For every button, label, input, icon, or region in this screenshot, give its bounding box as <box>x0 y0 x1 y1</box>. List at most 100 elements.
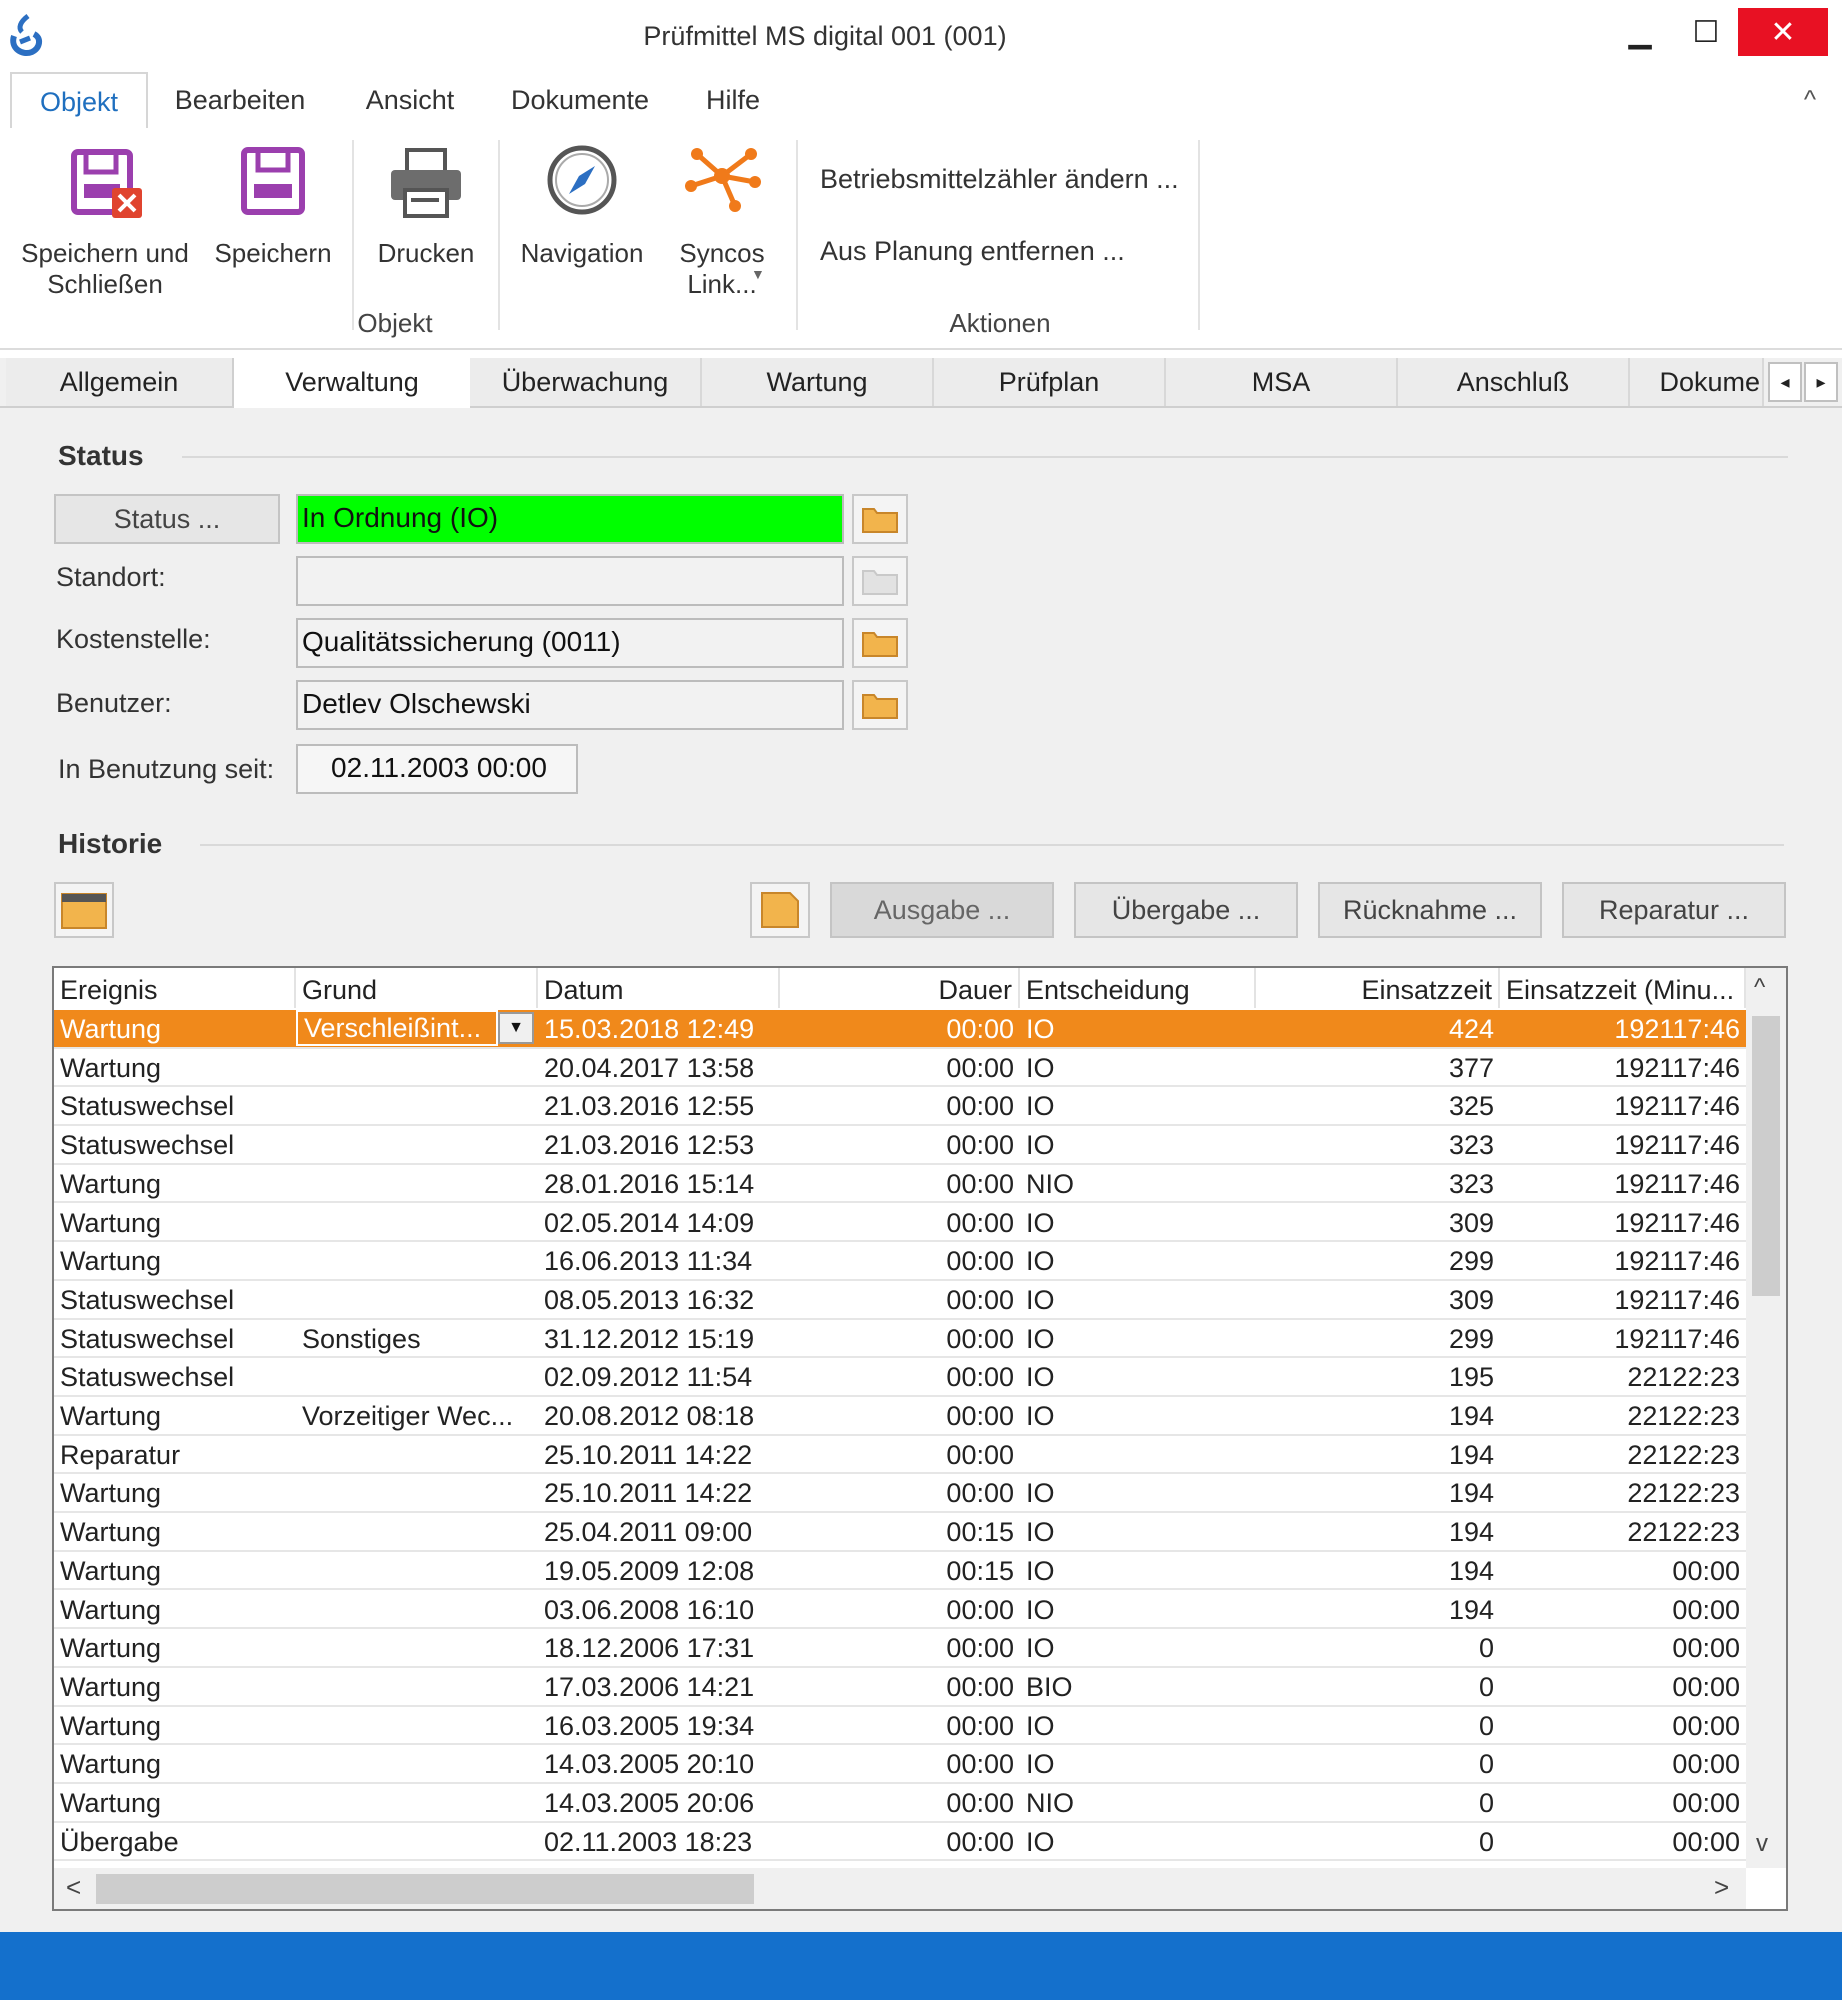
column-header-grund[interactable]: Grund <box>296 968 538 1008</box>
ribbon-group-aktionen: Aktionen <box>949 308 1051 338</box>
cell-einsatzzeit-minuten: 22122:23 <box>1627 1401 1740 1431</box>
column-header-einsatzzeit[interactable]: Einsatzzeit <box>1256 968 1500 1008</box>
cell-entscheidung: IO <box>1026 1284 1055 1315</box>
table-row[interactable]: Wartung 20.04.2017 13:58 00:00 IO 377 192117:… <box>54 1049 1746 1088</box>
ausgabe-button[interactable]: Ausgabe ... <box>830 882 1054 938</box>
benutzer-folder-button[interactable] <box>852 680 908 730</box>
change-counter-action[interactable]: Betriebsmittelzähler ändern ... <box>820 164 1179 195</box>
vertical-scroll-thumb[interactable] <box>1752 1016 1780 1296</box>
horizontal-scroll-thumb[interactable] <box>96 1874 754 1904</box>
syncos-dropdown-arrow-icon[interactable]: ▼ <box>751 266 765 282</box>
table-row[interactable]: Wartung Vorzeitiger Wec... 20.08.2012 08:1… <box>54 1397 1746 1436</box>
grund-dropdown[interactable]: Verschleißint... <box>296 1010 498 1046</box>
tab-verwaltung[interactable]: Verwaltung <box>232 358 472 408</box>
benutzer-field[interactable]: Detlev Olschewski <box>296 680 844 730</box>
save-close-button[interactable]: Speichern und Schließen <box>10 140 200 300</box>
historie-note-button[interactable] <box>750 882 810 938</box>
historie-divider <box>200 844 1784 846</box>
kostenstelle-field[interactable]: Qualitätssicherung (0011) <box>296 618 844 668</box>
menu-tab-dokumente[interactable]: Dokumente <box>500 72 660 128</box>
table-row[interactable]: Reparatur 25.10.2011 14:22 00:00 194 22122:2… <box>54 1436 1746 1475</box>
standort-folder-button[interactable] <box>852 556 908 606</box>
close-button[interactable]: ✕ <box>1738 8 1828 56</box>
table-row[interactable]: Wartung 14.03.2005 20:10 00:00 IO 0 00:00 <box>54 1745 1746 1784</box>
scroll-right-icon[interactable]: > <box>1714 1872 1729 1903</box>
kostenstelle-folder-button[interactable] <box>852 618 908 668</box>
table-row[interactable]: Wartung 18.12.2006 17:31 00:00 IO 0 00:00 <box>54 1629 1746 1668</box>
uebergabe-button[interactable]: Übergabe ... <box>1074 882 1298 938</box>
status-button[interactable]: Status ... <box>54 494 280 544</box>
cell-datum: 25.04.2011 09:00 <box>544 1517 753 1548</box>
menu-tab-ansicht[interactable]: Ansicht <box>348 72 472 128</box>
ruecknahme-button[interactable]: Rücknahme ... <box>1318 882 1542 938</box>
status-folder-button[interactable] <box>852 494 908 544</box>
scroll-down-icon[interactable]: v <box>1756 1830 1768 1858</box>
cell-entscheidung: IO <box>1026 1594 1055 1625</box>
cell-dauer: 00:00 <box>946 1710 1014 1741</box>
table-row[interactable]: Wartung 19.05.2009 12:08 00:15 IO 194 00:00 <box>54 1552 1746 1591</box>
scroll-up-icon[interactable]: ^ <box>1754 974 1765 1002</box>
tab-pruefplan[interactable]: Prüfplan <box>934 358 1166 406</box>
save-button[interactable]: Speichern <box>208 140 338 269</box>
column-header-entscheidung[interactable]: Entscheidung <box>1020 968 1256 1008</box>
table-row[interactable]: Statuswechsel 08.05.2013 16:32 00:00 IO 309 1… <box>54 1281 1746 1320</box>
cell-einsatzzeit: 325 <box>1448 1091 1494 1122</box>
table-row[interactable]: Wartung 28.01.2016 15:14 00:00 NIO 323 192117… <box>54 1165 1746 1204</box>
tab-anschluss[interactable]: Anschluß <box>1398 358 1630 406</box>
collapse-ribbon-chevron-icon[interactable]: ^ <box>1790 84 1830 120</box>
table-row[interactable]: Statuswechsel 21.03.2016 12:53 00:00 IO 323 1… <box>54 1126 1746 1165</box>
column-header-datum[interactable]: Datum <box>538 968 780 1008</box>
tab-msa[interactable]: MSA <box>1166 358 1398 406</box>
column-header-ereignis[interactable]: Ereignis <box>54 968 296 1008</box>
standort-field[interactable] <box>296 556 844 606</box>
historie-calendar-button[interactable] <box>54 882 114 938</box>
table-row[interactable]: Wartung 17.03.2006 14:21 00:00 BIO 0 00:00 <box>54 1668 1746 1707</box>
cell-ereignis: Statuswechsel <box>60 1130 235 1161</box>
cell-datum: 31.12.2012 15:19 <box>544 1323 755 1354</box>
tab-allgemein[interactable]: Allgemein <box>6 358 234 406</box>
cell-datum: 17.03.2006 14:21 <box>544 1671 755 1702</box>
scroll-left-icon[interactable]: < <box>66 1872 81 1903</box>
table-row[interactable]: Wartung 25.04.2011 09:00 00:15 IO 194 22122:2… <box>54 1513 1746 1552</box>
table-row[interactable]: Übergabe 02.11.2003 18:23 00:00 IO 0 00:00 <box>54 1823 1746 1862</box>
navigation-button[interactable]: Navigation <box>512 140 652 269</box>
cell-grund <box>296 1745 538 1781</box>
tab-ueberwachung[interactable]: Überwachung <box>470 358 702 406</box>
tab-scroll-left-icon[interactable]: ◂ <box>1768 362 1802 402</box>
table-row[interactable]: Wartung 02.05.2014 14:09 00:00 IO 309 192117:… <box>54 1204 1746 1243</box>
remove-from-planning-action[interactable]: Aus Planung entfernen ... <box>820 236 1125 267</box>
table-row[interactable]: Wartung 25.10.2011 14:22 00:00 IO 194 22122:2… <box>54 1474 1746 1514</box>
tab-dokumente[interactable]: Dokume <box>1630 358 1764 406</box>
cell-einsatzzeit: 194 <box>1448 1517 1494 1548</box>
cell-dauer: 00:00 <box>946 1478 1014 1509</box>
table-row[interactable]: Wartung 03.06.2008 16:10 00:00 IO 194 00:00 <box>54 1591 1746 1630</box>
menu-tab-hilfe[interactable]: Hilfe <box>688 72 778 128</box>
column-header-dauer[interactable]: Dauer <box>780 968 1020 1008</box>
cell-einsatzzeit-minuten: 00:00 <box>1672 1671 1740 1702</box>
historie-grid[interactable]: Ereignis Grund Datum Dauer Entscheidung … <box>52 966 1788 1911</box>
cell-einsatzzeit: 0 <box>1478 1788 1494 1818</box>
cell-ereignis: Statuswechsel <box>60 1091 235 1122</box>
tab-wartung[interactable]: Wartung <box>702 358 934 406</box>
tab-scroll-right-icon[interactable]: ▸ <box>1804 362 1838 402</box>
table-row[interactable]: Wartung Verschleißint... 15.03.2018 12:49 0… <box>54 1010 1746 1049</box>
cell-einsatzzeit-minuten: 192117:46 <box>1614 1284 1740 1315</box>
cell-datum: 25.10.2011 14:22 <box>544 1478 753 1509</box>
table-row[interactable]: Wartung 16.06.2013 11:34 00:00 IO 299 192117:… <box>54 1242 1746 1281</box>
table-row[interactable]: Statuswechsel 02.09.2012 11:54 00:00 IO 195 2… <box>54 1358 1746 1397</box>
table-row[interactable]: Statuswechsel 21.03.2016 12:55 00:00 IO 325 1… <box>54 1087 1746 1127</box>
cell-einsatzzeit-minuten: 22122:23 <box>1627 1439 1740 1470</box>
column-header-einsatzzeit-minuten[interactable]: Einsatzzeit (Minu... <box>1500 968 1746 1008</box>
cell-datum: 03.06.2008 16:10 <box>544 1594 755 1625</box>
menu-tab-bearbeiten[interactable]: Bearbeiten <box>160 72 320 128</box>
dropdown-arrow-icon[interactable]: ▼ <box>498 1012 534 1044</box>
syncos-link-button[interactable]: Syncos Link... <box>660 140 784 300</box>
menu-tab-objekt[interactable]: Objekt <box>10 72 148 132</box>
table-row[interactable]: Wartung 14.03.2005 20:06 00:00 NIO 0 00:00 <box>54 1784 1746 1823</box>
table-row[interactable]: Statuswechsel Sonstiges 31.12.2012 15:19 00… <box>54 1320 1746 1359</box>
print-button[interactable]: Drucken <box>364 140 488 269</box>
table-row[interactable]: Wartung 16.03.2005 19:34 00:00 IO 0 00:00 <box>54 1707 1746 1746</box>
reparatur-button[interactable]: Reparatur ... <box>1562 882 1786 938</box>
in-benutzung-seit-field[interactable]: 02.11.2003 00:00 <box>296 744 578 794</box>
cell-grund <box>296 1087 538 1123</box>
